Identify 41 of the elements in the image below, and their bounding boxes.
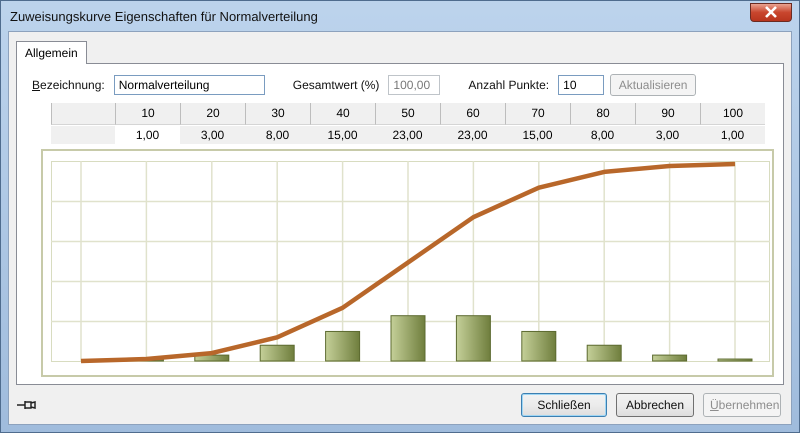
points-field[interactable]: 10: [558, 75, 604, 95]
close-button[interactable]: [750, 2, 792, 22]
table-cell: 23,00: [375, 126, 440, 144]
column-header: 100: [700, 103, 765, 125]
table-cell: 23,00: [440, 126, 505, 144]
field-label: Gesamtwert (%): [292, 78, 380, 92]
chart-bar: [718, 358, 752, 362]
field-label: Bezeichnung:: [32, 78, 105, 92]
chart-bar: [456, 315, 491, 362]
table-corner-header: [51, 103, 115, 125]
column-header: 20: [180, 103, 245, 125]
column-header: 10: [115, 103, 180, 125]
table-cell: 3,00: [180, 126, 245, 144]
column-header: 70: [505, 103, 570, 125]
row-header-cell: [51, 126, 115, 144]
dialog-button[interactable]: Schließen: [521, 392, 607, 416]
pin-icon[interactable]: [17, 398, 37, 410]
column-header: 30: [245, 103, 310, 125]
window-title: Zuweisungskurve Eigenschaften für Normalverteilung: [9, 8, 318, 24]
chart-bar: [390, 315, 426, 362]
column-header: 80: [570, 103, 635, 125]
chart-bar: [652, 354, 688, 362]
table-cell: 15,00: [310, 126, 375, 144]
chart-bar: [260, 344, 295, 362]
tab[interactable]: Allgemein: [16, 41, 87, 64]
name-field[interactable]: Normalverteilung: [114, 75, 265, 95]
table-cell: 3,00: [635, 126, 700, 144]
table-cell: 8,00: [245, 126, 310, 144]
chart-bar: [325, 330, 360, 362]
column-header: 50: [375, 103, 440, 125]
column-header: 40: [310, 103, 375, 125]
field-label: Anzahl Punkte:: [468, 78, 550, 92]
chart-bar: [586, 344, 622, 362]
close-icon: [764, 6, 778, 18]
chart-bar: [521, 330, 556, 362]
table-cell: 1,00: [700, 126, 765, 144]
table-cell: 15,00: [505, 126, 570, 144]
dialog-button[interactable]: Abbrechen: [616, 392, 694, 416]
column-header: 90: [635, 103, 700, 125]
table-cell: 8,00: [570, 126, 635, 144]
column-header: 60: [440, 103, 505, 125]
